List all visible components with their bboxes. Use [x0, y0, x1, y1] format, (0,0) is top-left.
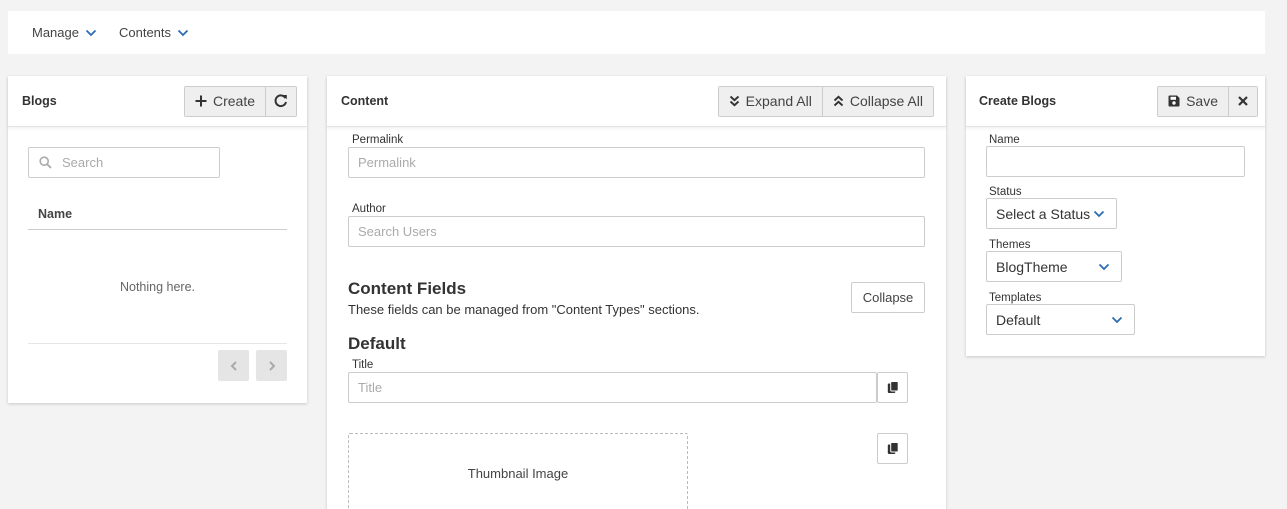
previous-page-button[interactable] — [218, 350, 249, 381]
chevron-down-icon — [1093, 210, 1105, 217]
title-label: Title — [352, 359, 374, 371]
chevron-down-icon — [177, 29, 189, 36]
save-button-label: Save — [1186, 93, 1218, 109]
permalink-placeholder: Permalink — [358, 155, 416, 170]
thumbnail-image-dropzone[interactable]: Thumbnail Image — [348, 433, 688, 509]
top-navigation: Manage Contents — [8, 11, 1265, 54]
create-panel-title: Create Blogs — [979, 94, 1057, 108]
next-page-button[interactable] — [256, 350, 287, 381]
themes-select[interactable]: BlogTheme — [986, 251, 1122, 282]
expand-all-label: Expand All — [745, 93, 812, 109]
collapse-button[interactable]: Collapse — [851, 282, 925, 313]
title-input[interactable]: Title — [348, 372, 877, 403]
copy-title-button[interactable] — [877, 372, 908, 403]
create-button-label: Create — [212, 93, 255, 109]
status-select[interactable]: Select a Status — [986, 198, 1117, 229]
copy-icon — [887, 442, 899, 454]
themes-field: Themes BlogTheme — [986, 239, 1122, 282]
permalink-field: Permalink Permalink — [348, 134, 925, 178]
blogs-search-input[interactable]: Search — [28, 147, 220, 178]
refresh-icon — [274, 94, 287, 108]
content-panel-header: Content Expand All Collapse All — [327, 76, 946, 127]
column-header-name[interactable]: Name — [28, 207, 287, 230]
close-icon — [1238, 96, 1248, 106]
templates-label: Templates — [989, 292, 1042, 304]
expand-collapse-actions: Expand All Collapse All — [717, 85, 934, 117]
double-chevron-up-icon — [833, 95, 843, 107]
refresh-button[interactable] — [266, 86, 296, 116]
save-icon — [1168, 95, 1180, 107]
save-button[interactable]: Save — [1158, 86, 1229, 116]
content-panel-title: Content — [341, 94, 389, 108]
empty-list-message: Nothing here. — [119, 280, 196, 294]
status-field: Status Select a Status — [986, 186, 1117, 229]
double-chevron-down-icon — [729, 95, 739, 107]
create-button[interactable]: Create — [184, 86, 266, 116]
search-icon — [39, 156, 52, 169]
status-selected: Select a Status — [996, 205, 1091, 222]
create-panel-header: Create Blogs Save — [966, 76, 1265, 127]
status-label: Status — [989, 186, 1022, 198]
author-placeholder: Search Users — [358, 224, 437, 239]
copy-thumbnail-button[interactable] — [877, 433, 908, 464]
create-blogs-panel: Create Blogs Save Name Status Select a S… — [966, 76, 1265, 356]
themes-selected: BlogTheme — [996, 258, 1068, 275]
author-field: Author Search Users — [348, 203, 925, 247]
name-input[interactable] — [986, 146, 1245, 177]
content-panel: Content Expand All Collapse All Permalin… — [327, 76, 946, 509]
content-fields-description: These fields can be managed from "Conten… — [348, 302, 700, 317]
chevron-down-icon — [85, 29, 97, 36]
chevron-left-icon — [230, 360, 237, 371]
chevron-right-icon — [268, 360, 275, 371]
search-placeholder: Search — [62, 155, 104, 170]
themes-label: Themes — [989, 239, 1031, 251]
expand-all-button[interactable]: Expand All — [718, 86, 823, 116]
copy-icon — [887, 381, 899, 393]
nav-contents[interactable]: Contents — [119, 25, 189, 40]
permalink-label: Permalink — [352, 134, 404, 146]
title-field: Title Title — [348, 359, 877, 403]
templates-selected: Default — [996, 311, 1041, 328]
title-placeholder: Title — [358, 380, 383, 395]
chevron-down-icon — [1111, 316, 1123, 323]
create-panel-actions: Save — [1157, 85, 1258, 117]
content-fields-section: Content Fields These fields can be manag… — [348, 279, 925, 317]
author-input[interactable]: Search Users — [348, 216, 925, 247]
collapse-all-label: Collapse All — [849, 93, 923, 109]
nav-manage-label: Manage — [32, 25, 79, 40]
author-label: Author — [352, 203, 386, 215]
chevron-down-icon — [1098, 263, 1110, 270]
content-fields-title: Content Fields — [348, 279, 467, 298]
templates-field: Templates Default — [986, 292, 1135, 335]
blogs-panel-header: Blogs Create — [8, 76, 307, 127]
thumbnail-image-label: Thumbnail Image — [467, 465, 569, 481]
name-label: Name — [989, 134, 1020, 146]
templates-select[interactable]: Default — [986, 304, 1135, 335]
name-field: Name — [986, 134, 1245, 177]
collapse-button-label: Collapse — [862, 290, 914, 305]
plus-icon — [195, 95, 207, 107]
collapse-all-button[interactable]: Collapse All — [822, 86, 933, 116]
close-button[interactable] — [1229, 86, 1257, 116]
nav-manage[interactable]: Manage — [32, 25, 97, 40]
default-group-title: Default — [348, 334, 406, 353]
list-divider — [28, 343, 287, 344]
permalink-input[interactable]: Permalink — [348, 147, 925, 178]
blogs-actions: Create — [183, 85, 297, 117]
nav-contents-label: Contents — [118, 25, 172, 40]
blogs-panel-title: Blogs — [22, 94, 57, 108]
blogs-panel: Blogs Create Search Name Nothing here. — [8, 76, 307, 403]
